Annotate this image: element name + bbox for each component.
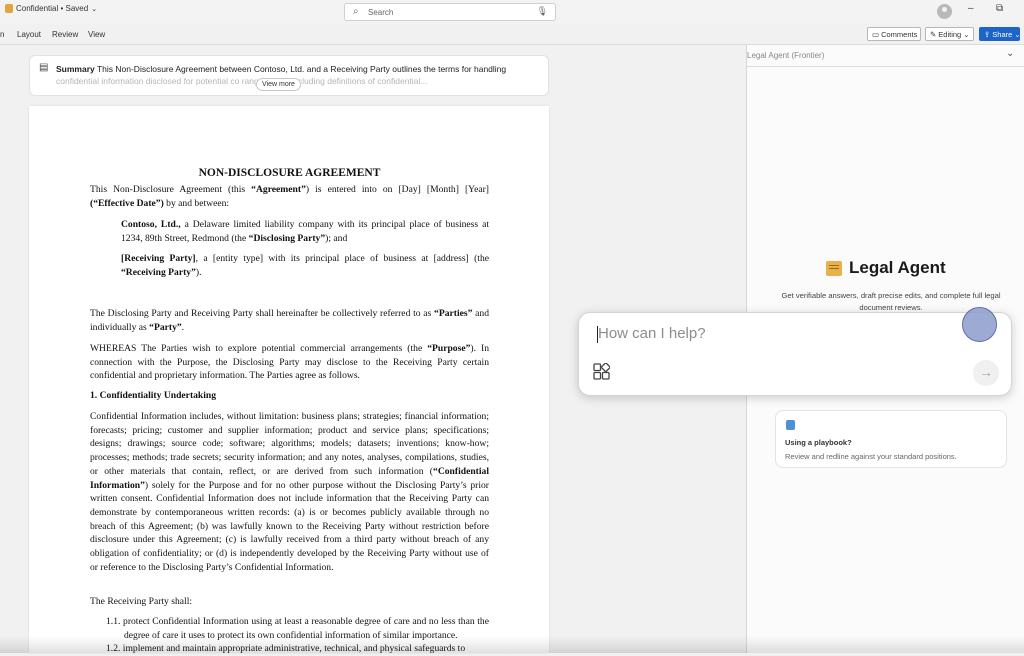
minimize-button[interactable]: – [968, 3, 974, 14]
chat-input-box[interactable]: How can I help? → [578, 312, 1012, 396]
comment-icon: ▭ [872, 29, 880, 39]
chevron-down-icon: ⌄ [91, 5, 98, 13]
legal-agent-title: Legal Agent [826, 258, 946, 278]
view-more-button[interactable]: View more [256, 78, 301, 91]
microphone-icon[interactable]: 🎙 [537, 6, 548, 17]
whereas-paragraph: WHEREAS The Parties wish to explore pote… [90, 343, 489, 382]
summary-text-2: confidential information disclosed for p… [56, 76, 428, 86]
chevron-down-icon: ⌄ [963, 29, 970, 39]
menu-item-view[interactable]: View [88, 30, 105, 39]
pointer-highlight [962, 307, 997, 342]
document-title[interactable]: Confidential • Saved ⌄ [5, 4, 97, 13]
document-title-label: Confidential • Saved [16, 4, 89, 13]
editing-label: Editing [938, 29, 962, 39]
shall-paragraph: The Receiving Party shall: [90, 596, 193, 607]
intro-paragraph: This Non-Disclosure Agreement (this “Agr… [90, 184, 490, 209]
pane-divider [747, 66, 1024, 67]
share-button[interactable]: ⇪ Share ⌄ [979, 27, 1021, 41]
restore-button[interactable]: ⧉ [996, 3, 1003, 14]
party-2-paragraph: [Receiving Party], a [entity type] with … [121, 253, 490, 278]
playbook-card[interactable]: Using a playbook? Review and redline aga… [775, 410, 1007, 468]
app-icon [5, 4, 13, 13]
chevron-down-icon: ⌄ [1014, 29, 1021, 39]
avatar[interactable] [937, 4, 952, 19]
playbook-description: Review and redline against your standard… [785, 452, 957, 461]
search-placeholder: Search [368, 8, 394, 17]
menu-item-review[interactable]: Review [52, 30, 78, 39]
share-label: Share [992, 29, 1013, 39]
summary-icon: ▤ [39, 62, 49, 73]
scroll-icon [826, 260, 842, 276]
send-arrow-icon[interactable]: → [973, 360, 999, 386]
pencil-icon: ✎ [930, 29, 937, 39]
parties-paragraph: The Disclosing Party and Receiving Party… [90, 308, 489, 333]
search-icon: ⌕ [353, 6, 359, 17]
pane-title: Legal Agent (Frontier) [747, 51, 825, 60]
summary-line-1: Summary This Non-Disclosure Agreement be… [56, 64, 506, 74]
prompts-grid-icon[interactable] [593, 363, 610, 380]
editing-mode-button[interactable]: ✎ Editing ⌄ [925, 27, 974, 41]
confidential-information-paragraph: Confidential Information includes, witho… [90, 411, 489, 573]
chevron-down-icon[interactable]: ⌄ [1006, 48, 1014, 59]
chat-input-placeholder[interactable]: How can I help? [598, 325, 706, 342]
comments-label: Comments [881, 29, 918, 39]
playbook-title: Using a playbook? [785, 438, 852, 447]
section-1-title: 1. Confidentiality Undertaking [90, 390, 217, 401]
comments-button[interactable]: ▭ Comments [867, 27, 921, 41]
summary-text-1: This Non-Disclosure Agreement between Co… [96, 64, 507, 74]
search-box[interactable]: ⌕ Search 🎙 [344, 3, 556, 21]
bottom-shade [0, 636, 1024, 653]
playbook-icon [786, 420, 795, 430]
party-1-paragraph: Contoso, Ltd., a Delaware limited liabil… [121, 219, 489, 244]
summary-card: ▤ Summary This Non-Disclosure Agreement … [29, 55, 549, 96]
summary-label: Summary [56, 64, 95, 74]
menu-item-layout[interactable]: Layout [17, 30, 41, 39]
document-heading: NON-DISCLOSURE AGREEMENT [198, 167, 381, 179]
menu-item-partial[interactable]: n [0, 30, 4, 39]
share-icon: ⇪ [984, 29, 991, 39]
document-page: NON-DISCLOSURE AGREEMENT This Non-Disclo… [29, 106, 549, 654]
legal-agent-title-text: Legal Agent [849, 258, 946, 277]
